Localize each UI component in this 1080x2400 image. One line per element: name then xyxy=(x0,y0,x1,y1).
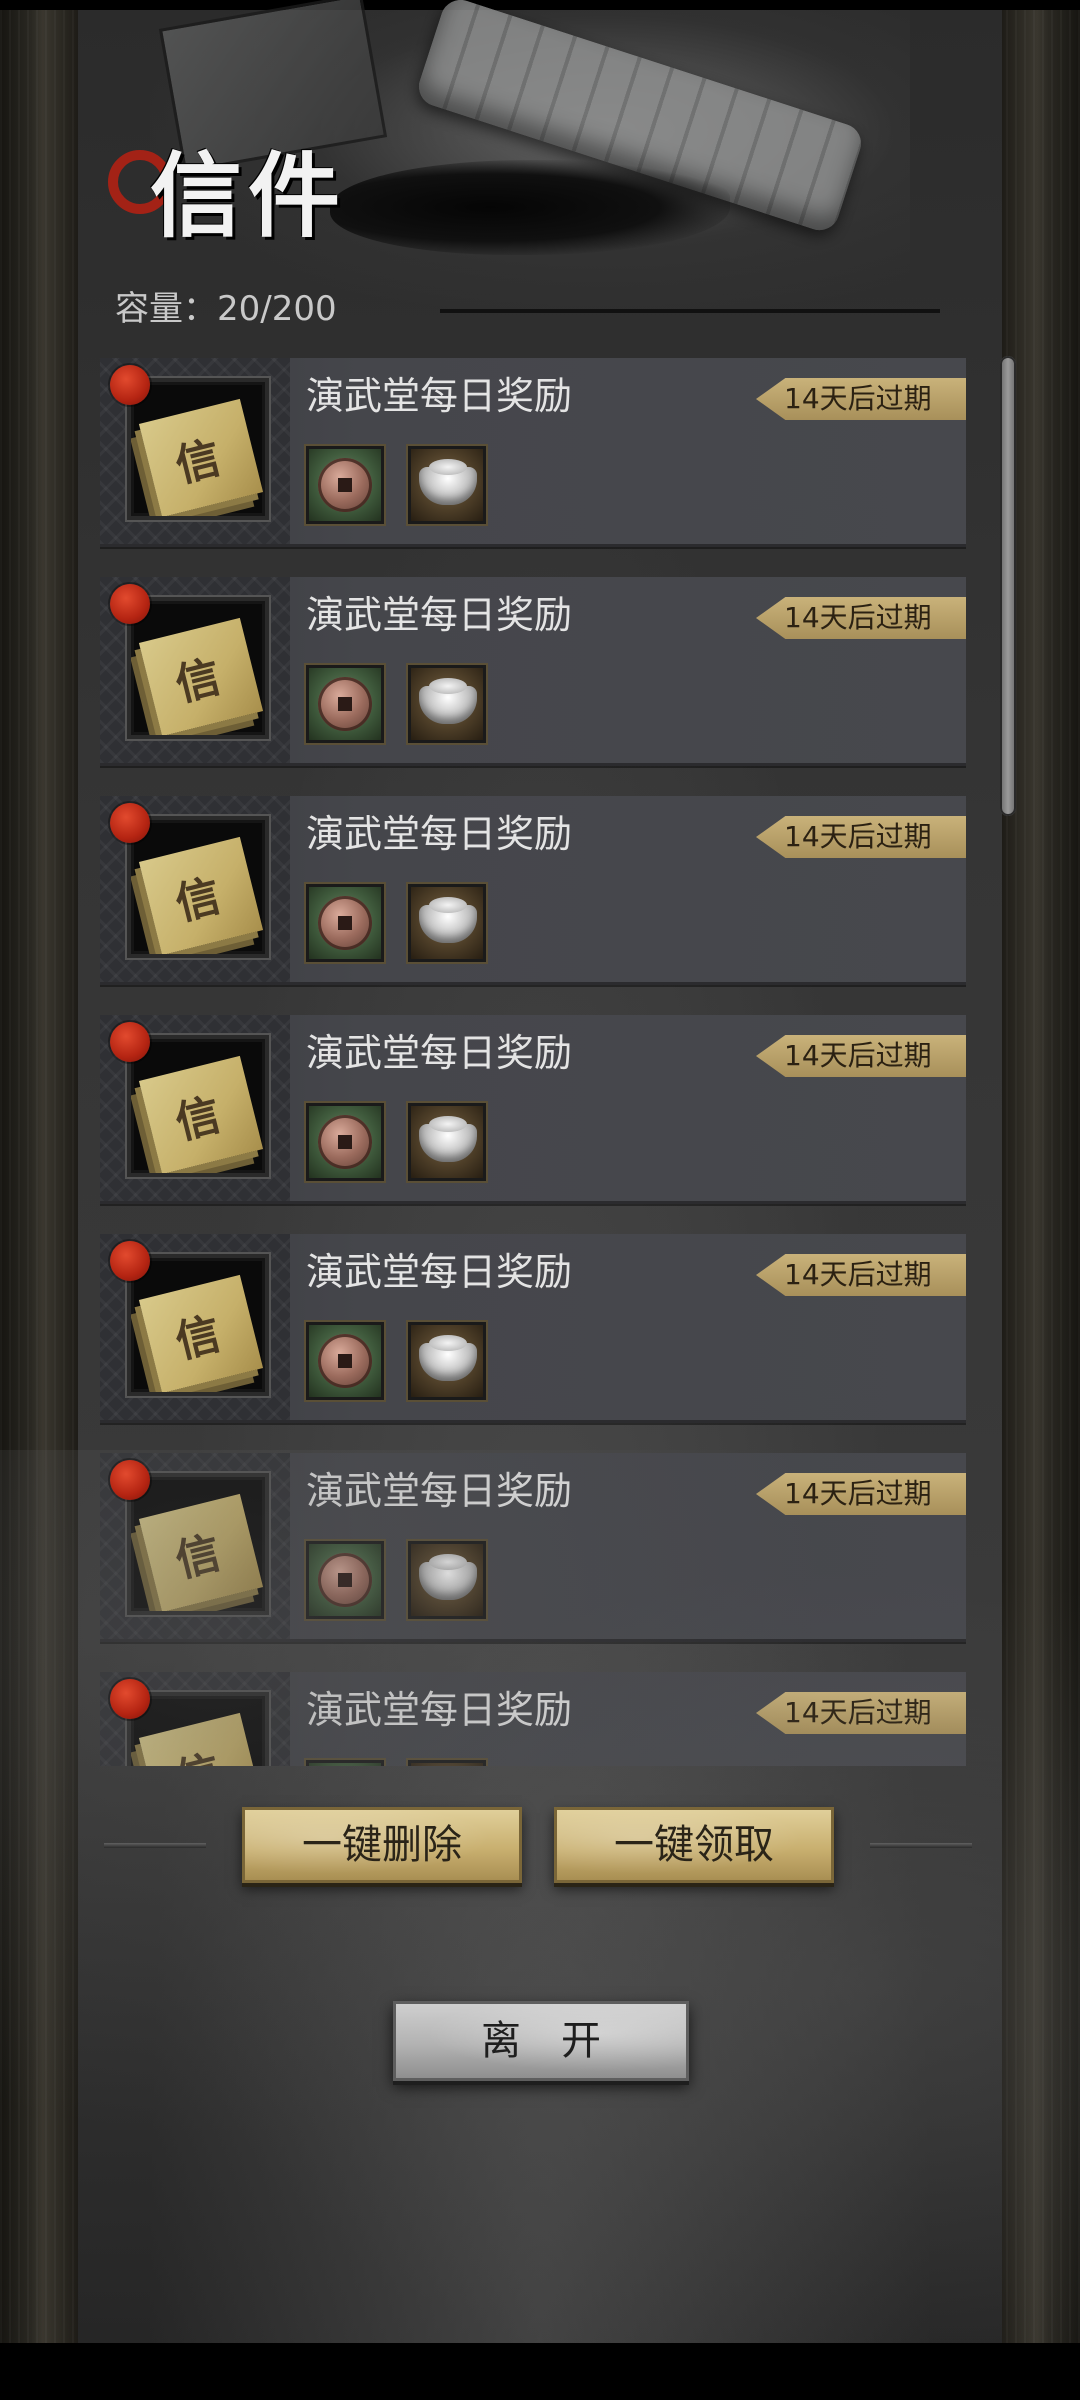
copper-coin-icon[interactable] xyxy=(306,1322,384,1400)
ingot-top xyxy=(429,1554,467,1570)
page-title: 信件 xyxy=(150,142,347,250)
mail-title: 演武堂每日奖励 xyxy=(306,593,573,637)
copper-coin-icon[interactable] xyxy=(306,446,384,524)
letter-icon: 信 xyxy=(127,1254,269,1396)
coin-hole xyxy=(338,478,352,492)
silver-ingot-icon[interactable] xyxy=(408,1541,486,1619)
ingot-top xyxy=(429,459,467,475)
capacity-label: 容量： xyxy=(115,289,217,329)
delete-all-button[interactable]: 一键删除 xyxy=(242,1807,522,1883)
silver-ingot-icon[interactable] xyxy=(408,884,486,962)
unread-dot-icon xyxy=(110,365,150,405)
mail-list-scrollbar[interactable] xyxy=(1000,356,1016,816)
divider-right xyxy=(870,1843,972,1848)
mail-title: 演武堂每日奖励 xyxy=(306,812,573,856)
status-bar xyxy=(0,0,1080,10)
mail-title: 演武堂每日奖励 xyxy=(306,1250,573,1294)
mailbox-screen: 信件 容量：20/200 信演武堂每日奖励 14天后过期信演武堂每日奖励 14天后过… xyxy=(0,0,1080,2400)
claim-all-button[interactable]: 一键领取 xyxy=(554,1807,834,1883)
ingot-top xyxy=(429,1335,467,1351)
mail-list[interactable]: 信演武堂每日奖励 14天后过期信演武堂每日奖励 14天后过期信演武堂每日奖励 14天后… xyxy=(100,358,966,1766)
expire-text: 14天后过期 xyxy=(784,601,932,634)
expire-tag: 14天后过期 xyxy=(756,816,966,858)
coin-hole xyxy=(338,1354,352,1368)
silver-ingot-icon[interactable] xyxy=(408,665,486,743)
mail-title: 演武堂每日奖励 xyxy=(306,1688,573,1732)
left-wooden-post xyxy=(0,10,78,2343)
coin-shape xyxy=(318,1334,372,1388)
copper-coin-icon[interactable] xyxy=(306,1103,384,1181)
expire-tag: 14天后过期 xyxy=(756,378,966,420)
ingot-top xyxy=(429,1116,467,1132)
unread-dot-icon xyxy=(110,1022,150,1062)
coin-shape xyxy=(318,1115,372,1169)
unread-dot-icon xyxy=(110,1241,150,1281)
letter-icon: 信 xyxy=(127,378,269,520)
ingot-top xyxy=(429,678,467,694)
expire-text: 14天后过期 xyxy=(784,820,932,853)
expire-text: 14天后过期 xyxy=(784,382,932,415)
coin-hole xyxy=(338,697,352,711)
expire-tag: 14天后过期 xyxy=(756,597,966,639)
ink-splash xyxy=(330,160,730,255)
coin-hole xyxy=(338,1573,352,1587)
letter-icon: 信 xyxy=(127,816,269,958)
expire-tag: 14天后过期 xyxy=(756,1035,966,1077)
mail-capacity: 容量：20/200 xyxy=(115,292,337,326)
mail-title: 演武堂每日奖励 xyxy=(306,374,573,418)
coin-shape xyxy=(318,1553,372,1607)
silver-ingot-icon[interactable] xyxy=(408,1103,486,1181)
silver-ingot-icon[interactable] xyxy=(408,446,486,524)
coin-hole xyxy=(338,916,352,930)
copper-coin-icon[interactable] xyxy=(306,884,384,962)
unread-dot-icon xyxy=(110,803,150,843)
system-nav-bar xyxy=(0,2343,1080,2400)
mail-item[interactable]: 信演武堂每日奖励 14天后过期 xyxy=(100,796,966,985)
expire-text: 14天后过期 xyxy=(784,1039,932,1072)
copper-coin-icon[interactable] xyxy=(306,665,384,743)
mail-title: 演武堂每日奖励 xyxy=(306,1031,573,1075)
coin-shape xyxy=(318,458,372,512)
coin-shape xyxy=(318,896,372,950)
expire-text: 14天后过期 xyxy=(784,1477,932,1510)
coin-hole xyxy=(338,1135,352,1149)
expire-text: 14天后过期 xyxy=(784,1696,932,1729)
mail-item[interactable]: 信演武堂每日奖励 14天后过期 xyxy=(100,1453,966,1642)
unread-dot-icon xyxy=(110,1679,150,1719)
silver-ingot-icon[interactable] xyxy=(408,1322,486,1400)
mail-item[interactable]: 信演武堂每日奖励 14天后过期 xyxy=(100,358,966,547)
expire-text: 14天后过期 xyxy=(784,1258,932,1291)
letter-icon: 信 xyxy=(127,597,269,739)
ingot-top xyxy=(429,897,467,913)
divider-left xyxy=(104,1843,206,1848)
mail-item[interactable]: 信演武堂每日奖励 14天后过期 xyxy=(100,1015,966,1204)
copper-coin-icon[interactable] xyxy=(306,1760,384,1766)
expire-tag: 14天后过期 xyxy=(756,1254,966,1296)
expire-tag: 14天后过期 xyxy=(756,1473,966,1515)
header-divider xyxy=(440,309,940,313)
unread-dot-icon xyxy=(110,584,150,624)
silver-ingot-icon[interactable] xyxy=(408,1760,486,1766)
capacity-value: 20/200 xyxy=(217,289,337,329)
expire-tag: 14天后过期 xyxy=(756,1692,966,1734)
copper-coin-icon[interactable] xyxy=(306,1541,384,1619)
mail-title: 演武堂每日奖励 xyxy=(306,1469,573,1513)
leave-button[interactable]: 离开 xyxy=(393,2001,689,2081)
coin-shape xyxy=(318,677,372,731)
mail-item[interactable]: 信演武堂每日奖励14天后过期 xyxy=(100,1672,966,1766)
mail-item[interactable]: 信演武堂每日奖励 14天后过期 xyxy=(100,577,966,766)
letter-icon: 信 xyxy=(127,1035,269,1177)
mail-item[interactable]: 信演武堂每日奖励 14天后过期 xyxy=(100,1234,966,1423)
letter-icon: 信 xyxy=(127,1473,269,1615)
unread-dot-icon xyxy=(110,1460,150,1500)
